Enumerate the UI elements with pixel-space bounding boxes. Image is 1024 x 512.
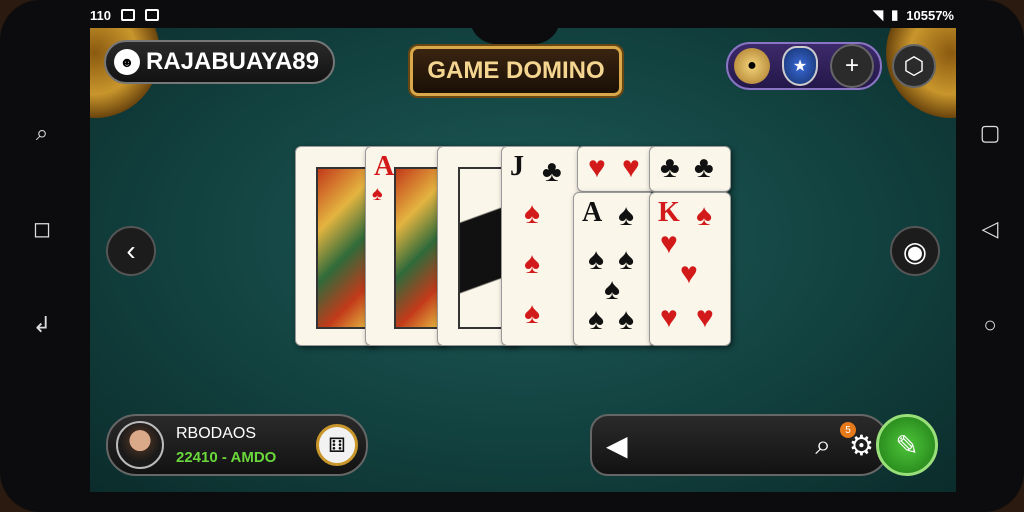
top-right-controls: ● ★ + ⬡ (726, 42, 936, 90)
player-avatar (116, 421, 164, 469)
card-rank: K (658, 197, 680, 228)
playing-card[interactable]: K ♠ ♥ ♥ ♥ ♥ (649, 192, 731, 346)
spade-pip-icon: ♠ (524, 247, 540, 280)
player-avatar-icon: ☻ (114, 49, 140, 75)
notification-badge: 5 (840, 422, 856, 438)
playing-card[interactable]: A ♠ (365, 146, 447, 346)
club-pip-icon: ♣ (660, 151, 680, 184)
battery-icon: ▮ (891, 7, 899, 22)
options-button[interactable]: ◉ (890, 226, 940, 276)
game-title: GAME DOMINO (410, 46, 622, 96)
back-arrow-button[interactable]: ◀ (606, 429, 628, 462)
playing-card[interactable]: ♥ ♥ (577, 146, 659, 192)
hexagon-menu-button[interactable]: ⬡ (892, 44, 936, 88)
heart-pip-icon: ♥ (660, 227, 678, 260)
spade-pip-icon: ♠ (524, 297, 540, 330)
heart-pip-icon: ♥ (622, 151, 640, 184)
phone-frame: 110 ◥ ▮ 10557% ⌕ ◻ ↲ ▢ ◁ ○ ☻ RAJABUAYA89… (0, 0, 1024, 512)
currency-pill[interactable]: ● ★ + (726, 42, 882, 90)
status-time: 110 (90, 7, 111, 23)
card-suit: ♠ (372, 183, 383, 205)
camera-notch (470, 18, 560, 44)
recent-apps-icon[interactable]: ◻ (33, 216, 51, 242)
card-rank: A (374, 151, 395, 182)
player-coins: 22410 - AMDO (176, 448, 277, 466)
spade-pip-icon: ♠ (588, 303, 604, 336)
heart-pip-icon: ♥ (696, 301, 714, 334)
battery-text: 10557% (906, 7, 954, 23)
king-face-art (316, 167, 370, 329)
left-hardware-nav: ⌕ ◻ ↲ (22, 120, 62, 338)
player-info: RBODAOS 22410 - AMDO (176, 425, 304, 466)
player-name: RAJABUAYA89 (146, 48, 319, 75)
player-name-badge[interactable]: ☻ RAJABUAYA89 (104, 40, 335, 84)
coin-icon: ● (734, 48, 770, 84)
game-screen: ☻ RAJABUAYA89 GAME DOMINO ● ★ + ⬡ ‹ ◉ A … (90, 28, 956, 492)
previous-button[interactable]: ‹ (106, 226, 156, 276)
heart-pip-icon: ♥ (680, 257, 698, 290)
heart-pip-icon: ♥ (588, 151, 606, 184)
card-rank: A (582, 197, 603, 228)
spade-pip-icon: ♠ (524, 197, 540, 230)
search-tool-icon[interactable]: ⌕ (815, 429, 831, 462)
club-pip-icon: ♣ (694, 151, 714, 184)
back-triangle-icon[interactable]: ◁ (982, 216, 999, 242)
playing-card[interactable]: ♣ ♣ (649, 146, 731, 192)
playing-card[interactable]: J ♣ ♠ ♠ ♠ (501, 146, 583, 346)
wifi-icon: ◥ (873, 7, 884, 22)
spade-pip-icon: ♠ (618, 243, 634, 276)
playing-card[interactable]: A ♠ ♠ ♠ ♠ ♠ ♠ (573, 192, 655, 346)
home-circle-icon[interactable]: ○ (983, 312, 996, 338)
card-suit: ♠ (696, 199, 712, 232)
overview-icon[interactable]: ▢ (980, 120, 1001, 146)
back-nav-icon[interactable]: ↲ (33, 312, 51, 338)
spade-pip-icon: ♠ (588, 243, 604, 276)
card-suit: ♠ (618, 199, 634, 232)
card-hand: A ♠ J ♣ ♠ ♠ ♠ ♥ ♥ ♣ ♣ A ♠ ♠ ♠ ♠ ♠ ♠ K ♠ … (295, 146, 735, 346)
spade-pip-icon: ♠ (604, 273, 620, 306)
card-rank: J (510, 151, 524, 182)
heart-pip-icon: ♥ (660, 301, 678, 334)
player-panel[interactable]: RBODAOS 22410 - AMDO ⚅ (106, 414, 368, 476)
dice-icon[interactable]: ⚅ (316, 424, 358, 466)
player-panel-name: RBODAOS (176, 424, 257, 442)
notification-icon-2 (144, 9, 159, 21)
queen-face-art (394, 167, 440, 329)
search-icon[interactable]: ⌕ (36, 120, 48, 146)
notification-icon (120, 9, 135, 21)
card-suit: ♣ (542, 155, 562, 188)
shield-icon: ★ (782, 46, 818, 86)
confirm-button[interactable]: ✎ (876, 414, 938, 476)
right-hardware-nav: ▢ ◁ ○ (970, 120, 1010, 338)
spade-pip-icon: ♠ (618, 303, 634, 336)
add-button[interactable]: + (830, 44, 874, 88)
